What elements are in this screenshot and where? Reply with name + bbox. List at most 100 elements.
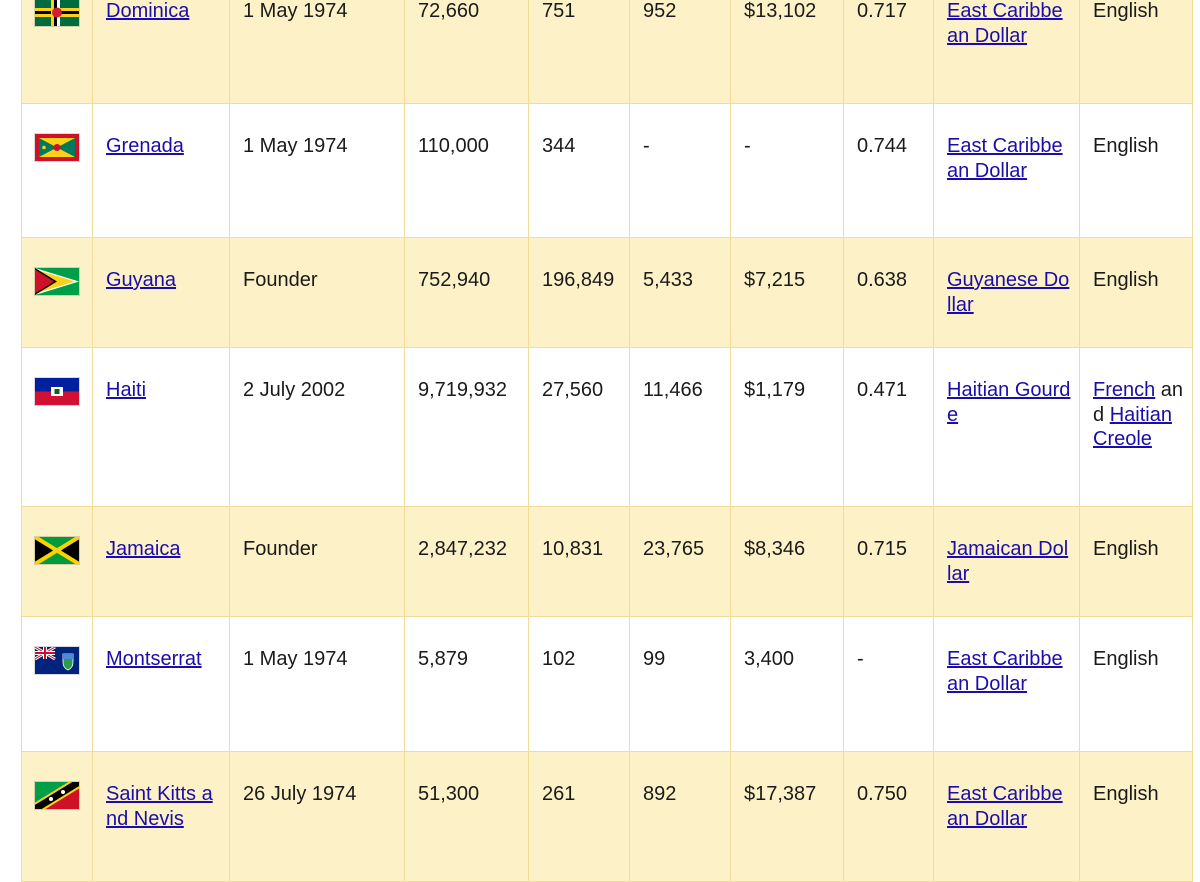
dominica-flag — [35, 0, 79, 26]
gdp-cell: 5,433 — [629, 237, 731, 348]
hdi-cell: 0.638 — [843, 237, 934, 348]
country-cell: Haiti — [92, 347, 230, 507]
area-cell: 344 — [528, 103, 630, 238]
country-cell: Guyana — [92, 237, 230, 348]
language-text: English — [1093, 135, 1159, 157]
currency-cell: East Caribbean Dollar — [933, 103, 1080, 238]
flag-cell — [21, 0, 93, 104]
hdi-cell: 0.717 — [843, 0, 934, 104]
table-row: Montserrat 1 May 1974 5,879 102 99 3,400… — [21, 616, 1193, 752]
gdp-per-capita-cell: $8,346 — [730, 506, 844, 617]
flag-cell — [21, 103, 93, 238]
country-link[interactable]: Guyana — [106, 269, 176, 291]
currency-link[interactable]: Haitian Gourde — [947, 379, 1070, 426]
country-link[interactable]: Grenada — [106, 135, 184, 157]
guyana-flag — [35, 268, 79, 295]
population-cell: 9,719,932 — [404, 347, 529, 507]
gdp-per-capita-cell: $1,179 — [730, 347, 844, 507]
flag-cell — [21, 616, 93, 752]
gdp-per-capita-cell: - — [730, 103, 844, 238]
saint-kitts-and-nevis-flag — [35, 782, 79, 809]
area-cell: 102 — [528, 616, 630, 752]
gdp-per-capita-cell: $7,215 — [730, 237, 844, 348]
population-cell: 5,879 — [404, 616, 529, 752]
joined-cell: 1 May 1974 — [229, 0, 405, 104]
language-text: English — [1093, 0, 1159, 22]
country-cell: Dominica — [92, 0, 230, 104]
table-row: Jamaica Founder 2,847,232 10,831 23,765 … — [21, 506, 1193, 617]
country-link[interactable]: Montserrat — [106, 648, 202, 670]
flag-cell — [21, 751, 93, 882]
flag-cell — [21, 237, 93, 348]
language-cell: English — [1079, 237, 1193, 348]
language-cell: English — [1079, 616, 1193, 752]
country-link[interactable]: Haiti — [106, 379, 146, 401]
hdi-cell: 0.744 — [843, 103, 934, 238]
population-cell: 110,000 — [404, 103, 529, 238]
table-body: Dominica 1 May 1974 72,660 751 952 $13,1… — [21, 0, 1193, 882]
joined-cell: 1 May 1974 — [229, 616, 405, 752]
gdp-cell: 892 — [629, 751, 731, 882]
joined-cell: Founder — [229, 237, 405, 348]
hdi-cell: 0.715 — [843, 506, 934, 617]
gdp-cell: - — [629, 103, 731, 238]
joined-cell: 26 July 1974 — [229, 751, 405, 882]
currency-link[interactable]: Jamaican Dollar — [947, 538, 1068, 585]
table-row: Haiti 2 July 2002 9,719,932 27,560 11,46… — [21, 347, 1193, 507]
population-cell: 752,940 — [404, 237, 529, 348]
area-cell: 10,831 — [528, 506, 630, 617]
currency-link[interactable]: Guyanese Dollar — [947, 269, 1069, 316]
currency-cell: Guyanese Dollar — [933, 237, 1080, 348]
language-cell: French and Haitian Creole — [1079, 347, 1193, 507]
language-cell: English — [1079, 751, 1193, 882]
area-cell: 261 — [528, 751, 630, 882]
language-cell: English — [1079, 103, 1193, 238]
table-row: Dominica 1 May 1974 72,660 751 952 $13,1… — [21, 0, 1193, 104]
gdp-per-capita-cell: $17,387 — [730, 751, 844, 882]
hdi-cell: 0.471 — [843, 347, 934, 507]
language-cell: English — [1079, 0, 1193, 104]
gdp-cell: 23,765 — [629, 506, 731, 617]
currency-link[interactable]: East Caribbean Dollar — [947, 0, 1063, 47]
language-link[interactable]: French — [1093, 379, 1155, 401]
jamaica-flag — [35, 537, 79, 564]
gdp-cell: 11,466 — [629, 347, 731, 507]
joined-cell: 1 May 1974 — [229, 103, 405, 238]
country-link[interactable]: Dominica — [106, 0, 189, 22]
joined-cell: Founder — [229, 506, 405, 617]
area-cell: 751 — [528, 0, 630, 104]
flag-cell — [21, 506, 93, 617]
area-cell: 27,560 — [528, 347, 630, 507]
grenada-flag — [35, 134, 79, 161]
gdp-cell: 952 — [629, 0, 731, 104]
currency-cell: East Caribbean Dollar — [933, 616, 1080, 752]
montserrat-flag — [35, 647, 79, 674]
currency-cell: Jamaican Dollar — [933, 506, 1080, 617]
population-cell: 51,300 — [404, 751, 529, 882]
joined-cell: 2 July 2002 — [229, 347, 405, 507]
currency-link[interactable]: East Caribbean Dollar — [947, 648, 1063, 695]
country-cell: Saint Kitts and Nevis — [92, 751, 230, 882]
currency-cell: East Caribbean Dollar — [933, 751, 1080, 882]
country-link[interactable]: Saint Kitts and Nevis — [106, 783, 213, 830]
country-cell: Grenada — [92, 103, 230, 238]
hdi-cell: - — [843, 616, 934, 752]
gdp-per-capita-cell: $13,102 — [730, 0, 844, 104]
language-text: English — [1093, 538, 1159, 560]
table-row: Grenada 1 May 1974 110,000 344 - - 0.744… — [21, 103, 1193, 238]
country-link[interactable]: Jamaica — [106, 538, 180, 560]
language-cell: English — [1079, 506, 1193, 617]
area-cell: 196,849 — [528, 237, 630, 348]
population-cell: 2,847,232 — [404, 506, 529, 617]
currency-cell: Haitian Gourde — [933, 347, 1080, 507]
flag-cell — [21, 347, 93, 507]
haiti-flag — [35, 378, 79, 405]
population-cell: 72,660 — [404, 0, 529, 104]
country-cell: Montserrat — [92, 616, 230, 752]
currency-link[interactable]: East Caribbean Dollar — [947, 783, 1063, 830]
table-row: Guyana Founder 752,940 196,849 5,433 $7,… — [21, 237, 1193, 348]
currency-link[interactable]: East Caribbean Dollar — [947, 135, 1063, 182]
table-row: Saint Kitts and Nevis 26 July 1974 51,30… — [21, 751, 1193, 882]
currency-cell: East Caribbean Dollar — [933, 0, 1080, 104]
member-states-table: Dominica 1 May 1974 72,660 751 952 $13,1… — [21, 0, 1193, 882]
